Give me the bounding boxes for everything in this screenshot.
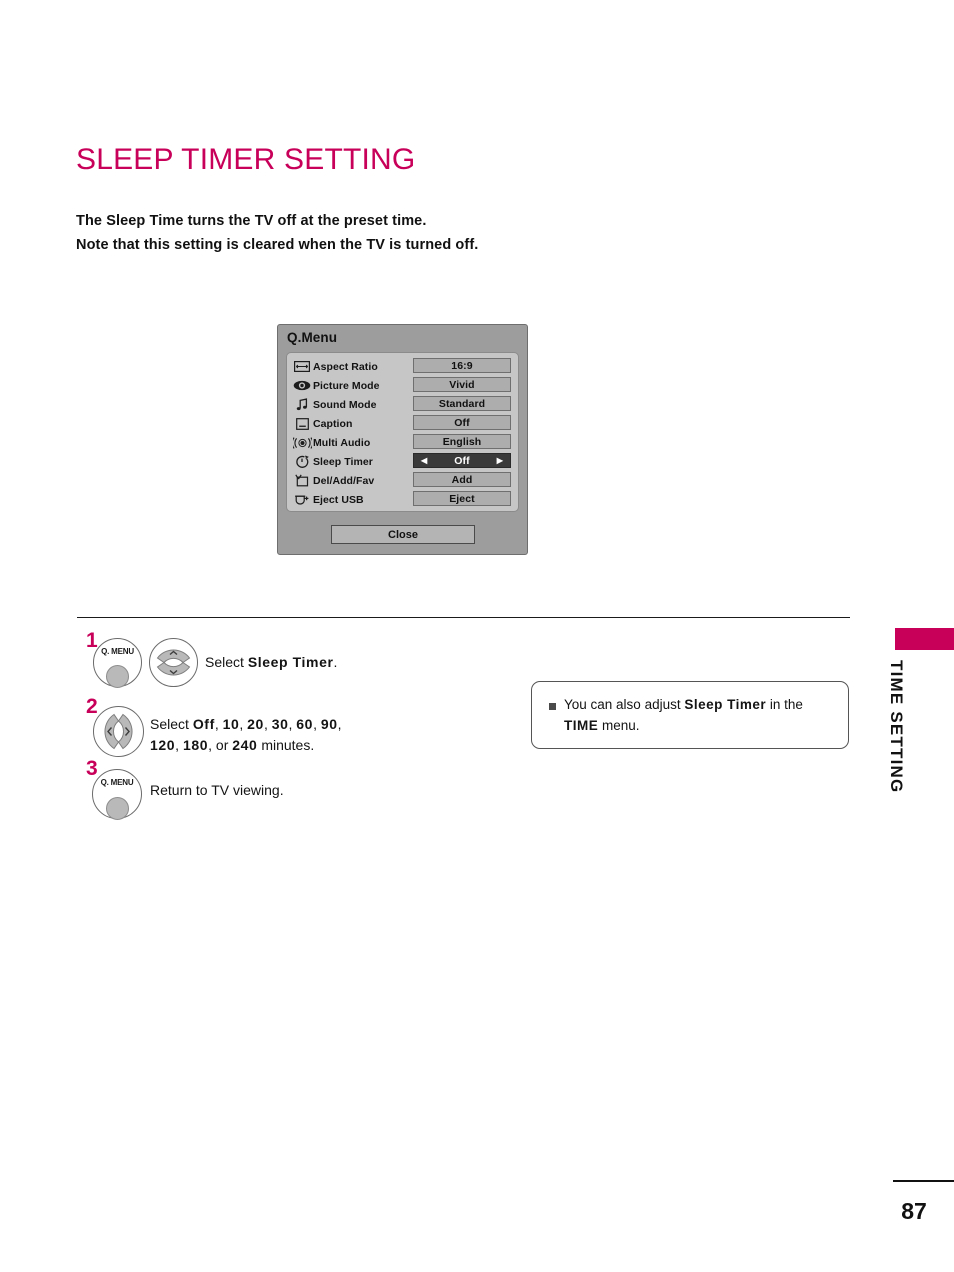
side-tab-marker [895,628,954,650]
step-2-val-60: 60 [296,716,314,732]
caption-icon [292,416,312,432]
qmenu-row-picture-mode[interactable]: Picture Mode Vivid [287,376,518,395]
step-2-val-90: 90 [320,716,338,732]
qmenu-label-eject-usb: Eject USB [313,493,364,506]
step-2-val-10: 10 [222,716,240,732]
note-text-post: menu. [598,718,640,733]
step-1-qmenu-label: Q. MENU [101,647,134,656]
qmenu-row-sleep-timer[interactable]: Sleep Timer ◀ Off ▶ [287,452,518,471]
intro-line-2: Note that this setting is cleared when t… [76,237,479,253]
qmenu-value-aspect-ratio[interactable]: 16:9 [413,358,511,373]
step-2-val-120: 120 [150,737,176,753]
step-2-or: or [215,737,229,753]
step-2-val-20: 20 [247,716,264,732]
step-2-val-180: 180 [182,737,209,753]
step-1-text-bold: Sleep Timer [247,654,334,670]
step-3-text: Return to TV viewing. [150,782,284,798]
qmenu-value-del-add-fav[interactable]: Add [413,472,511,487]
qmenu-label-sound-mode: Sound Mode [313,398,377,411]
step-2-val-240: 240 [232,737,258,753]
step-2-val-off: Off [192,716,215,732]
square-bullet-icon [549,703,556,710]
qmenu-row-multi-audio[interactable]: Multi Audio English [287,433,518,452]
qmenu-value-multi-audio[interactable]: English [413,434,511,449]
sound-mode-icon [292,397,312,413]
intro-line-1: The Sleep Time turns the TV off at the p… [76,213,427,229]
step-2-leftright-rocker[interactable] [93,706,144,757]
qmenu-options-panel: Aspect Ratio 16:9 Picture Mode Vivid Sou… [286,352,519,512]
up-down-rocker-icon[interactable] [150,639,197,686]
step-3-qmenu-label: Q. MENU [100,778,134,787]
note-text-mid: in the [766,697,803,712]
del-add-fav-icon [292,473,312,489]
qmenu-value-sleep-timer[interactable]: ◀ Off ▶ [413,453,511,468]
step-2-line1-pre: Select [150,716,193,732]
step-1-qmenu-dot[interactable] [106,665,129,689]
aspect-ratio-icon [292,359,312,375]
qmenu-value-picture-mode[interactable]: Vivid [413,377,511,392]
step-1-text-post: . [333,654,338,670]
side-tab-label: TIME SETTING [887,660,906,794]
step-1-updown-rocker[interactable] [149,638,198,687]
step-2-line-1: Select Off, 10, 20, 30, 60, 90, [150,716,342,732]
qmenu-label-caption: Caption [313,417,353,430]
qmenu-value-sleep-timer-text: Off [454,454,470,467]
page-number: 87 [901,1198,927,1224]
note-bold-sleep-timer: Sleep Timer [684,697,767,712]
qmenu-value-eject-usb[interactable]: Eject [413,491,511,506]
sleep-timer-icon [292,454,312,470]
qmenu-value-caption[interactable]: Off [413,415,511,430]
step-2-text: Select Off, 10, 20, 30, 60, 90, 120, 180… [150,714,342,756]
qmenu-label-sleep-timer: Sleep Timer [313,455,373,468]
step-3-qmenu-dot[interactable] [105,796,129,820]
step-1-text: Select Sleep Timer. [205,652,337,673]
step-3-number: 3 [86,757,98,780]
qmenu-dialog: Q.Menu Aspect Ratio 16:9 Picture Mode Vi… [277,324,528,555]
qmenu-row-eject-usb[interactable]: Eject USB Eject [287,490,518,509]
qmenu-label-multi-audio: Multi Audio [313,436,371,449]
picture-mode-icon [292,378,312,394]
qmenu-row-sound-mode[interactable]: Sound Mode Standard [287,395,518,414]
note-box: You can also adjust Sleep Timer in the T… [531,681,849,749]
note-text-pre: You can also adjust [564,697,685,712]
step-1-qmenu-button[interactable]: Q. MENU [93,638,142,689]
note-bold-time: TIME [564,718,599,733]
qmenu-title: Q.Menu [287,330,338,345]
qmenu-label-picture-mode: Picture Mode [313,379,380,392]
qmenu-row-del-add-fav[interactable]: Del/Add/Fav Add [287,471,518,490]
qmenu-value-sound-mode[interactable]: Standard [413,396,511,411]
qmenu-label-aspect-ratio: Aspect Ratio [313,360,378,373]
page-number-rule [893,1180,954,1182]
multi-audio-icon [292,435,312,451]
page-title: SLEEP TIMER SETTING [76,143,416,176]
intro-paragraph: The Sleep Time turns the TV off at the p… [76,209,478,257]
qmenu-label-del-add-fav: Del/Add/Fav [313,474,375,487]
step-2-val-30: 30 [271,716,289,732]
qmenu-row-aspect-ratio[interactable]: Aspect Ratio 16:9 [287,357,518,376]
left-right-rocker-icon[interactable] [94,707,143,756]
step-3-qmenu-button[interactable]: Q. MENU [92,769,142,820]
qmenu-close-button[interactable]: Close [331,525,475,544]
chevron-right-icon[interactable]: ▶ [497,456,503,465]
step-2-line-2: 120, 180, or 240 minutes. [150,737,315,753]
step-2-line2-post: minutes. [261,737,315,753]
note-text: You can also adjust Sleep Timer in the T… [564,694,838,736]
qmenu-row-caption[interactable]: Caption Off [287,414,518,433]
step-1-text-pre: Select [205,654,248,670]
eject-usb-icon [292,492,312,508]
section-divider [77,617,850,618]
